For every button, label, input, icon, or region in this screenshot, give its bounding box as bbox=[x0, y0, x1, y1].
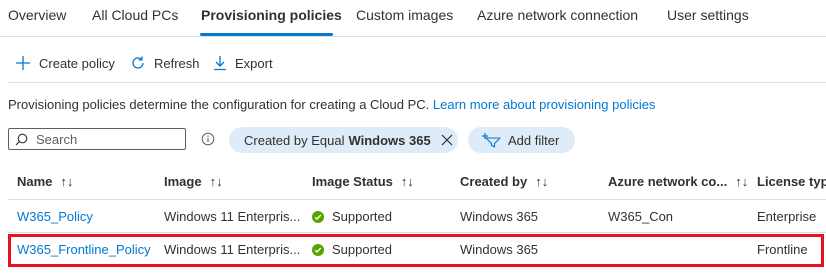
export-button[interactable]: Export bbox=[213, 52, 273, 74]
column-label: Created by bbox=[460, 174, 528, 189]
image-status-cell: Supported bbox=[312, 209, 392, 224]
header-divider bbox=[8, 199, 826, 200]
create-policy-label: Create policy bbox=[39, 55, 115, 71]
info-icon[interactable] bbox=[201, 132, 215, 146]
tab-custom-images[interactable]: Custom images bbox=[356, 7, 453, 23]
description-text: Provisioning policies determine the conf… bbox=[8, 97, 430, 112]
column-label: Image Status bbox=[312, 174, 393, 189]
tab-user-settings[interactable]: User settings bbox=[667, 7, 749, 23]
active-tab-indicator bbox=[200, 33, 333, 36]
add-filter-label: Add filter bbox=[508, 132, 560, 148]
image-cell: Windows 11 Enterpris... bbox=[164, 209, 301, 224]
learn-more-link[interactable]: Learn more about provisioning policies bbox=[433, 97, 656, 112]
close-icon[interactable] bbox=[441, 134, 453, 146]
sort-icon: ↑↓ bbox=[60, 174, 74, 189]
sort-icon: ↑↓ bbox=[735, 174, 749, 189]
add-filter-icon bbox=[482, 133, 501, 148]
plus-icon bbox=[16, 56, 30, 70]
tab-azure-network-connection[interactable]: Azure network connection bbox=[477, 7, 638, 23]
tab-overview[interactable]: Overview bbox=[8, 7, 66, 23]
download-icon bbox=[214, 56, 226, 71]
column-label: License type bbox=[757, 174, 826, 189]
policy-name-link[interactable]: W365_Policy bbox=[17, 209, 93, 224]
refresh-icon bbox=[132, 56, 144, 69]
row-divider bbox=[8, 232, 826, 233]
tab-bar: Overview All Cloud PCs Provisioning poli… bbox=[0, 0, 826, 37]
row-highlight-box bbox=[8, 234, 824, 267]
tab-all-cloud-pcs[interactable]: All Cloud PCs bbox=[92, 7, 178, 23]
sort-icon: ↑↓ bbox=[209, 174, 223, 189]
filter-prefix: Created by Equal bbox=[244, 132, 345, 148]
filter-value: Windows 365 bbox=[348, 132, 431, 148]
column-label: Name bbox=[17, 174, 53, 189]
refresh-button[interactable]: Refresh bbox=[130, 52, 200, 74]
status-text: Supported bbox=[332, 209, 392, 224]
add-filter-button[interactable]: Add filter bbox=[468, 127, 575, 153]
sort-icon: ↑↓ bbox=[535, 174, 549, 189]
sort-icon: ↑↓ bbox=[400, 174, 414, 189]
column-header-image-status[interactable]: Image Status ↑↓ bbox=[312, 174, 414, 189]
network-cell: W365_Con bbox=[608, 209, 674, 224]
search-input[interactable] bbox=[34, 130, 178, 148]
filter-pill[interactable]: Created by Equal Windows 365 bbox=[229, 127, 458, 153]
refresh-label: Refresh bbox=[154, 55, 200, 71]
description: Provisioning policies determine the conf… bbox=[8, 97, 655, 112]
create-policy-button[interactable]: Create policy bbox=[15, 52, 115, 74]
export-label: Export bbox=[235, 55, 273, 71]
column-header-license-type[interactable]: License type bbox=[757, 174, 826, 189]
column-header-name[interactable]: Name ↑↓ bbox=[17, 174, 73, 189]
column-header-image[interactable]: Image ↑↓ bbox=[164, 174, 223, 189]
tab-provisioning-policies[interactable]: Provisioning policies bbox=[201, 7, 342, 23]
toolbar-divider bbox=[8, 82, 826, 83]
search-icon bbox=[15, 133, 28, 145]
column-header-created-by[interactable]: Created by ↑↓ bbox=[460, 174, 548, 189]
license-type-cell: Enterprise bbox=[757, 209, 817, 224]
column-label: Image bbox=[164, 174, 202, 189]
search-box[interactable] bbox=[8, 128, 186, 150]
column-label: Azure network co... bbox=[608, 174, 728, 189]
created-by-cell: Windows 365 bbox=[460, 209, 539, 224]
column-header-azure-network[interactable]: Azure network co... ↑↓ bbox=[608, 174, 748, 189]
check-circle-icon bbox=[312, 210, 324, 223]
